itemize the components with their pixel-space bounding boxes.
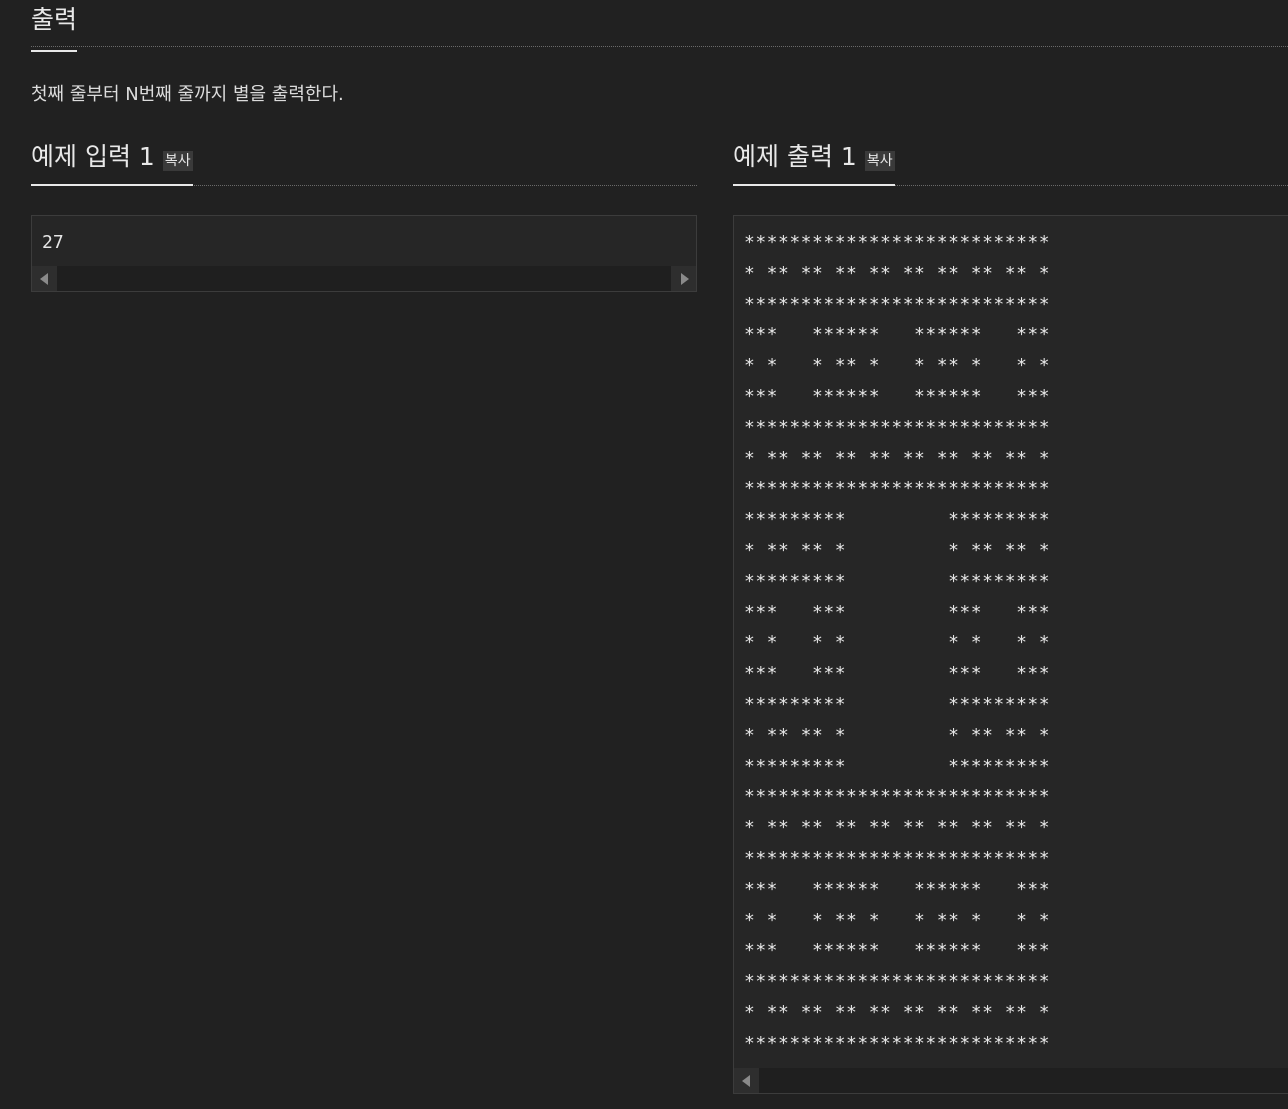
- output-line: * ** ** ** ** ** ** ** ** *: [744, 817, 1051, 839]
- output-line: ***************************: [744, 232, 1051, 253]
- output-line: *** ****** ****** ***: [744, 878, 1051, 900]
- output-line: *** ****** ****** ***: [744, 324, 1051, 346]
- scroll-right-arrow-icon[interactable]: [671, 266, 696, 291]
- scroll-left-arrow-icon[interactable]: [734, 1068, 759, 1093]
- output-line: *** *** *** ***: [744, 663, 1051, 685]
- output-line: ***************************: [744, 847, 1051, 869]
- output-scroll-track[interactable]: [759, 1068, 1288, 1093]
- sample-input-header: 예제 입력 1 복사: [31, 140, 697, 186]
- output-line: * ** ** * * ** ** *: [744, 724, 1051, 746]
- scroll-left-arrow-icon[interactable]: [32, 266, 57, 291]
- sample-output-title: 예제 출력 1: [733, 142, 857, 171]
- input-scroll-track[interactable]: [57, 266, 671, 291]
- sample-input-title: 예제 입력 1: [31, 142, 155, 171]
- sample-output-box[interactable]: *************************** * ** ** ** *…: [733, 215, 1288, 1094]
- problem-page: 출력 첫째 줄부터 N번째 줄까지 별을 출력한다. 예제 입력 1 복사 예제…: [0, 0, 1288, 1109]
- output-line: ********* *********: [744, 570, 1051, 592]
- output-horizontal-scrollbar[interactable]: [734, 1068, 1288, 1093]
- sample-input-text: 27: [42, 232, 64, 253]
- sample-output-text: *************************** * ** ** ** *…: [734, 216, 1288, 1060]
- output-line: * ** ** ** ** ** ** ** ** *: [744, 262, 1051, 284]
- output-line: ***************************: [744, 1032, 1051, 1054]
- sample-output-header: 예제 출력 1 복사: [733, 140, 1288, 186]
- output-line: *** ****** ****** ***: [744, 385, 1051, 407]
- output-line: * * * * * * * *: [744, 632, 1051, 654]
- output-section-title: 출력: [31, 4, 78, 52]
- input-horizontal-scrollbar[interactable]: [32, 266, 696, 291]
- output-description: 첫째 줄부터 N번째 줄까지 별을 출력한다.: [31, 84, 344, 105]
- output-line: *** ****** ****** ***: [744, 940, 1051, 962]
- output-line: * * * ** * * ** * * *: [744, 355, 1051, 377]
- output-line: ***************************: [744, 786, 1051, 808]
- output-line: * ** ** ** ** ** ** ** ** *: [744, 1001, 1051, 1023]
- output-line: ***************************: [744, 478, 1051, 500]
- output-line: ***************************: [744, 293, 1051, 315]
- output-line: ********* *********: [744, 755, 1051, 777]
- output-line: ********* *********: [744, 693, 1051, 715]
- output-line: ***************************: [744, 416, 1051, 438]
- output-line: *** *** *** ***: [744, 601, 1051, 623]
- output-line: * ** ** * * ** ** *: [744, 539, 1051, 561]
- output-line: ********* *********: [744, 509, 1051, 531]
- output-line: * * * ** * * ** * * *: [744, 909, 1051, 931]
- output-line: ***************************: [744, 971, 1051, 993]
- copy-output-button[interactable]: 복사: [864, 151, 895, 171]
- output-line: * ** ** ** ** ** ** ** ** *: [744, 447, 1051, 469]
- sample-input-box[interactable]: 27: [31, 215, 697, 292]
- output-section-header: 출력: [31, 0, 1288, 52]
- copy-input-button[interactable]: 복사: [162, 151, 193, 171]
